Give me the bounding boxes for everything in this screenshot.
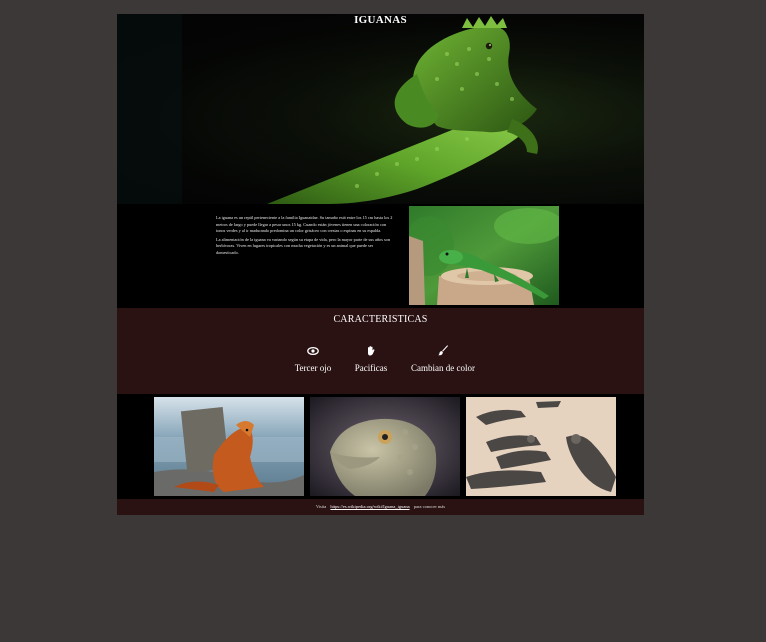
gallery-photo-iguana-group <box>466 397 616 496</box>
footer-suffix: para conocer más <box>413 504 446 509</box>
intro-section: La iguana es un reptil perteneciente a l… <box>117 204 644 308</box>
characteristics-title: CARACTERISTICAS <box>333 314 428 325</box>
hand-icon <box>350 343 392 356</box>
page: IGUANAS La iguana es un reptil perteneci… <box>117 14 644 515</box>
feature-label: Tercer ojo <box>294 363 332 373</box>
feature-label: Pacificas <box>354 363 388 373</box>
gallery-photo-gray-iguana <box>310 397 460 496</box>
feature-third-eye: Tercer ojo <box>290 343 336 376</box>
gallery-photo-orange-iguana <box>154 397 304 496</box>
hero-iguana-image <box>117 14 644 204</box>
intro-text: La iguana es un reptil perteneciente a l… <box>216 215 394 259</box>
feature-change-color: Cambian de color <box>409 343 477 376</box>
footer-prefix: Visita <box>315 504 327 509</box>
gallery <box>117 394 644 499</box>
characteristics-section: CARACTERISTICAS Tercer ojo Pacificas Cam… <box>117 308 644 394</box>
intro-paragraph: La alimentación de la iguana va variando… <box>216 236 390 255</box>
intro-paragraph: La iguana es un reptil perteneciente a l… <box>216 215 393 234</box>
footer: Visita https://es.wikipedia.org/wiki/Igu… <box>117 499 644 515</box>
feature-label: Cambian de color <box>411 363 475 373</box>
hero-banner: IGUANAS <box>117 14 644 204</box>
intro-iguana-photo <box>409 206 559 305</box>
wikipedia-link[interactable]: https://es.wikipedia.org/wiki/Iguana_igu… <box>330 504 409 509</box>
page-title: IGUANAS <box>354 14 407 26</box>
paintbrush-icon <box>409 343 477 356</box>
eye-icon <box>290 343 336 356</box>
feature-peaceful: Pacificas <box>350 343 392 376</box>
